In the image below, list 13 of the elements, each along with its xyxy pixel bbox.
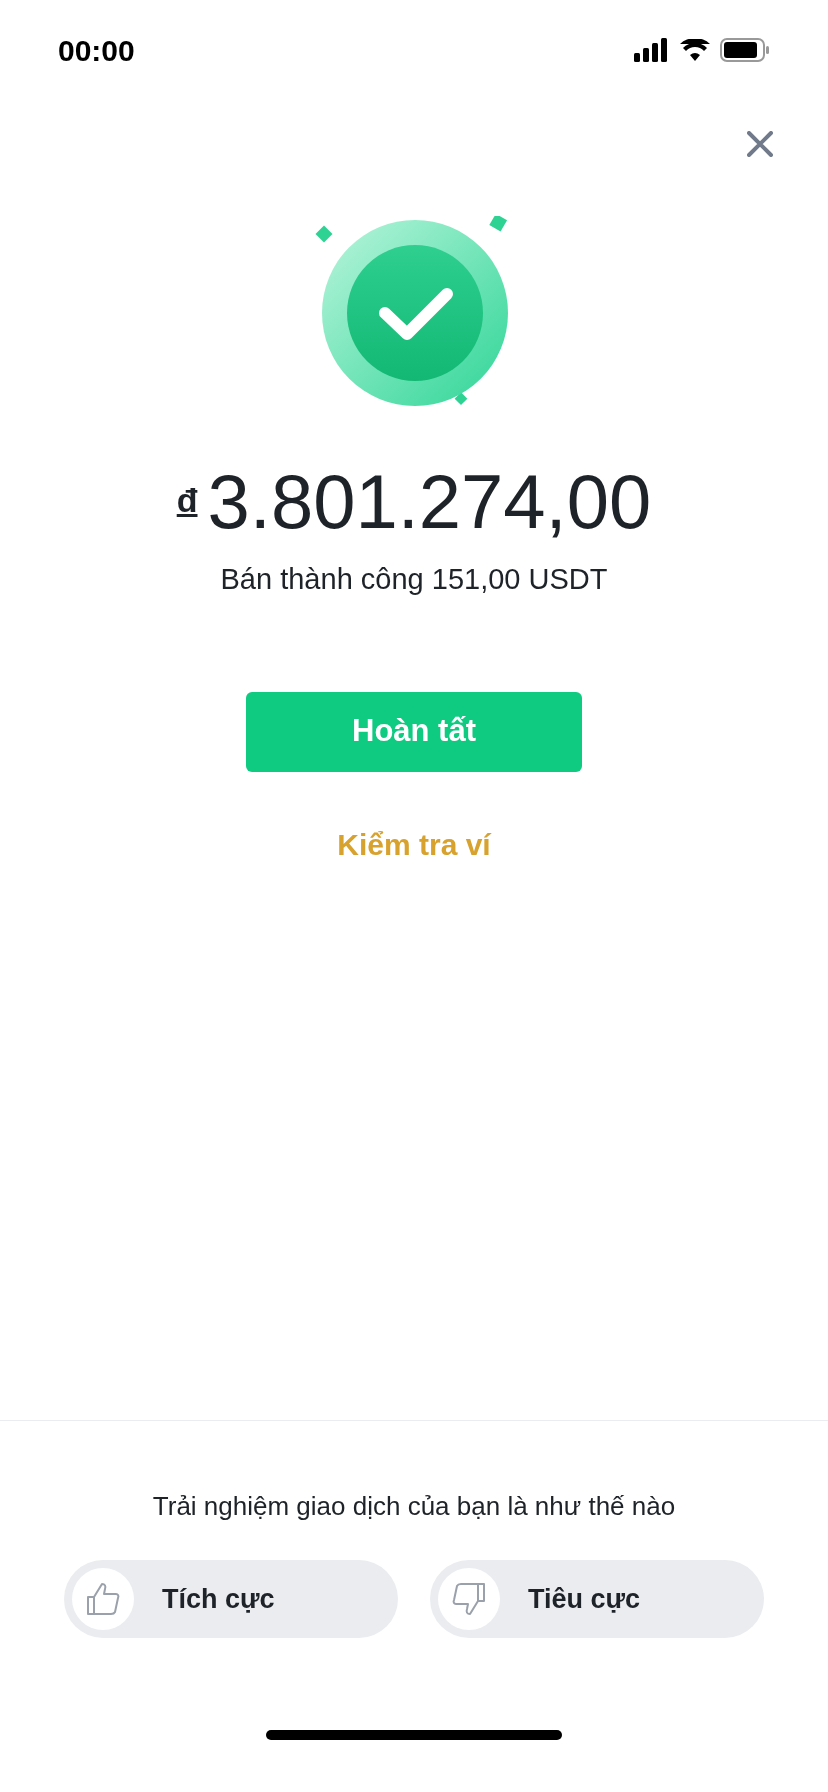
amount-text: 3.801.274,00 bbox=[207, 464, 652, 540]
success-message: Bán thành công 151,00 USDT bbox=[220, 562, 608, 597]
feedback-button[interactable]: Tích cực bbox=[64, 1560, 398, 1638]
battery-icon bbox=[720, 38, 770, 62]
currency-symbol: đ bbox=[176, 480, 198, 521]
status-time: 00:00 bbox=[58, 32, 135, 69]
thumbs-down-icon bbox=[451, 1581, 487, 1617]
feedback-button[interactable]: Tiêu cực bbox=[430, 1560, 764, 1638]
wifi-icon bbox=[680, 39, 710, 61]
thumbs-up-icon bbox=[85, 1581, 121, 1617]
close-icon bbox=[747, 131, 773, 157]
feedback-question: Trải nghiệm giao dịch của bạn là như thế nào bbox=[152, 1490, 676, 1523]
signal-icon bbox=[634, 38, 670, 62]
